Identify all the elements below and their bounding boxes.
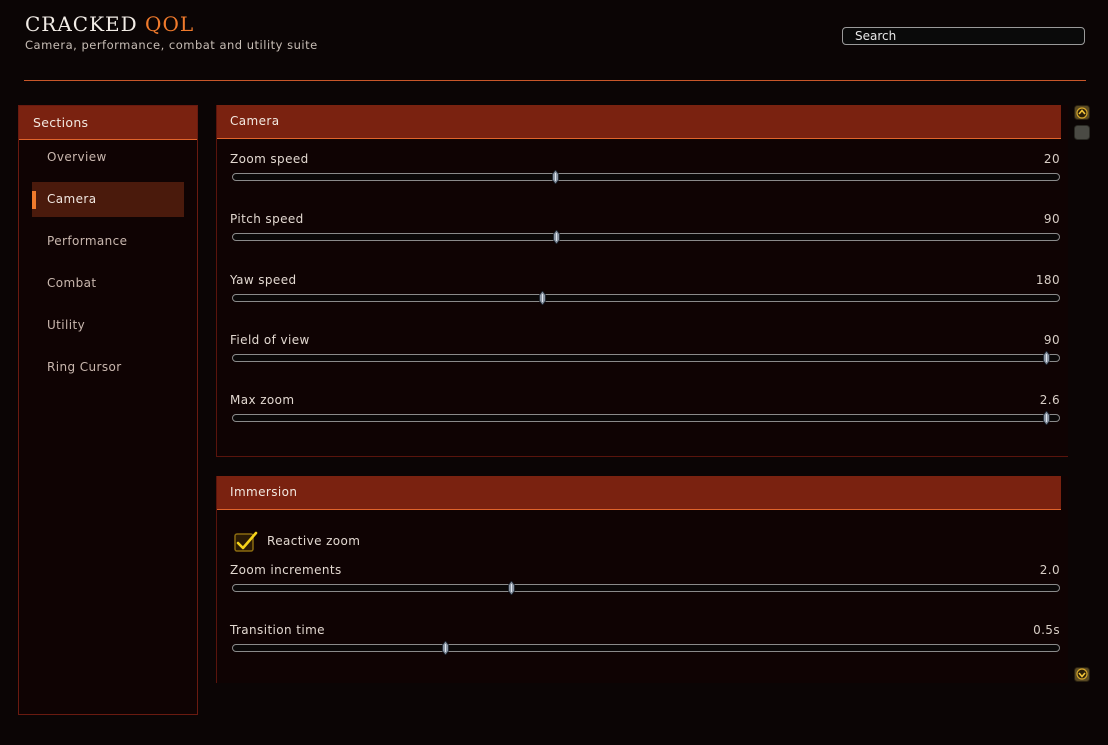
slider-value: 0.5s	[1033, 623, 1060, 637]
pitch-speed-slider[interactable]	[232, 230, 1060, 244]
yaw-speed-setting: Yaw speed 180	[230, 273, 1060, 313]
zoom-speed-setting: Zoom speed 20	[230, 152, 1060, 192]
sidebar-item-ring-cursor[interactable]: Ring Cursor	[32, 350, 184, 385]
slider-value: 20	[1043, 152, 1060, 166]
slider-thumb[interactable]	[1042, 351, 1050, 365]
slider-label: Field of view	[230, 333, 310, 347]
slider-label: Max zoom	[230, 393, 295, 407]
slider-thumb[interactable]	[508, 581, 516, 595]
slider-label: Pitch speed	[230, 212, 304, 226]
immersion-panel: Immersion Reactive zoom Zoom increments …	[216, 476, 1068, 683]
slider-value: 2.0	[1039, 563, 1060, 577]
slider-thumb[interactable]	[553, 230, 560, 244]
reactive-zoom-checkbox[interactable]	[234, 531, 258, 553]
reactive-zoom-setting[interactable]: Reactive zoom	[234, 531, 534, 553]
sections-sidebar: Sections Overview Camera Performance Com…	[18, 105, 198, 715]
app-subtitle: Camera, performance, combat and utility …	[25, 38, 318, 52]
slider-label: Zoom increments	[230, 563, 342, 577]
slider-value: 180	[1035, 273, 1060, 287]
slider-value: 2.6	[1039, 393, 1060, 407]
transition-time-slider[interactable]	[232, 641, 1060, 655]
yaw-speed-slider[interactable]	[232, 291, 1060, 305]
sidebar-item-performance[interactable]: Performance	[32, 224, 184, 259]
camera-panel: Camera Zoom speed 20 Pitch speed 90 Yaw …	[216, 105, 1068, 457]
zoom-increments-slider[interactable]	[232, 581, 1060, 595]
sidebar-item-overview[interactable]: Overview	[32, 140, 184, 175]
header-divider	[24, 80, 1086, 81]
app-title-accent: QOL	[145, 12, 195, 36]
max-zoom-slider[interactable]	[232, 411, 1060, 425]
sidebar-item-utility[interactable]: Utility	[32, 308, 184, 343]
camera-panel-header: Camera	[217, 105, 1061, 139]
checkbox-label: Reactive zoom	[267, 534, 361, 548]
scroll-to-bottom-icon[interactable]	[1074, 667, 1090, 682]
zoom-speed-slider[interactable]	[232, 170, 1060, 184]
max-zoom-setting: Max zoom 2.6	[230, 393, 1060, 433]
slider-thumb[interactable]	[1042, 411, 1050, 425]
slider-label: Yaw speed	[230, 273, 297, 287]
scroll-to-top-icon[interactable]	[1074, 105, 1090, 120]
slider-value: 90	[1043, 333, 1060, 347]
slider-label: Transition time	[230, 623, 325, 637]
slider-thumb[interactable]	[552, 170, 560, 184]
sidebar-header: Sections	[19, 106, 197, 140]
slider-value: 90	[1043, 212, 1060, 226]
slider-thumb[interactable]	[442, 641, 450, 655]
scroll-up-icon[interactable]	[1074, 125, 1090, 140]
slider-label: Zoom speed	[230, 152, 309, 166]
zoom-increments-setting: Zoom increments 2.0	[230, 563, 1060, 603]
search-input[interactable]	[842, 27, 1085, 45]
app-title-main: CRACKED	[25, 12, 138, 36]
immersion-panel-header: Immersion	[217, 476, 1061, 510]
field-of-view-setting: Field of view 90	[230, 333, 1060, 373]
sidebar-item-combat[interactable]: Combat	[32, 266, 184, 301]
app-title: CRACKED QOL	[25, 12, 194, 36]
slider-thumb[interactable]	[539, 291, 546, 305]
sidebar-item-camera[interactable]: Camera	[32, 182, 184, 217]
field-of-view-slider[interactable]	[232, 351, 1060, 365]
transition-time-setting: Transition time 0.5s	[230, 623, 1060, 663]
pitch-speed-setting: Pitch speed 90	[230, 212, 1060, 252]
